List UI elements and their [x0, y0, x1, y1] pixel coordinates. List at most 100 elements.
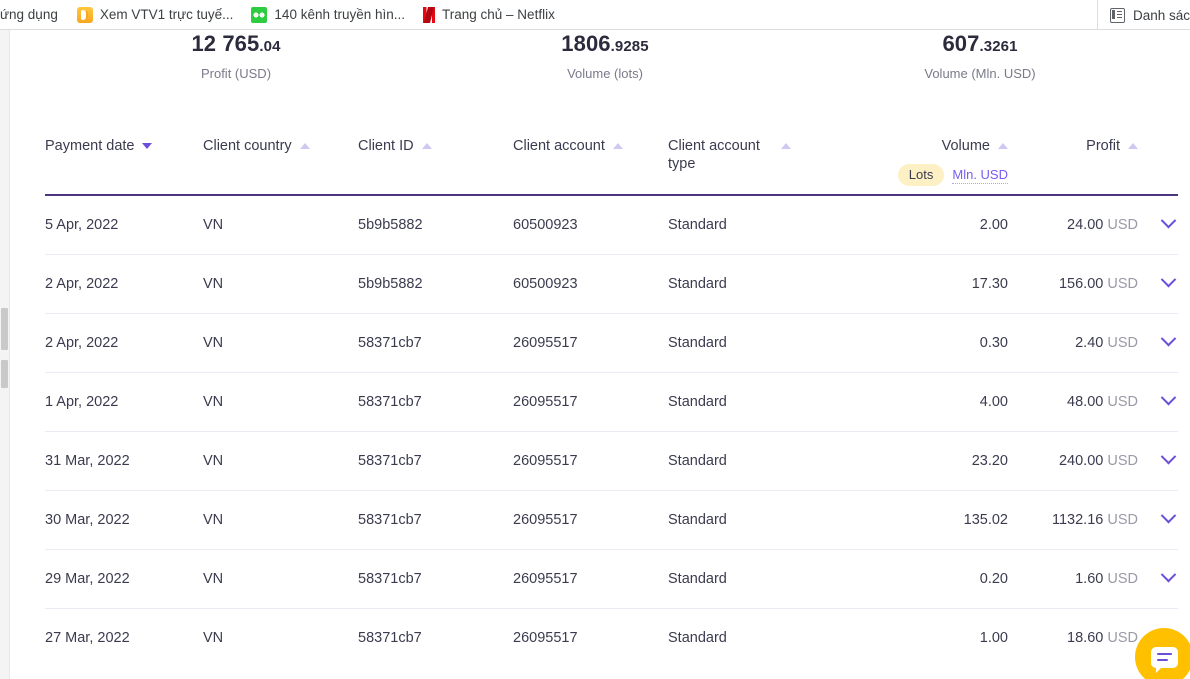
summary-stats: 12 765.04 Profit (USD) 1806.9285 Volume …: [0, 30, 1190, 100]
column-label: Volume: [942, 137, 990, 155]
cell-client-country: VN: [203, 550, 358, 609]
table-row[interactable]: 2 Apr, 2022VN5b9b588260500923Standard17.…: [45, 255, 1178, 314]
table-row[interactable]: 30 Mar, 2022VN58371cb726095517Standard13…: [45, 491, 1178, 550]
profit-amount: 2.40: [1075, 335, 1103, 351]
cell-client-account: 26095517: [513, 432, 668, 491]
chevron-down-icon[interactable]: [1161, 567, 1177, 583]
table-row[interactable]: 1 Apr, 2022VN58371cb726095517Standard4.0…: [45, 373, 1178, 432]
table-body: 5 Apr, 2022VN5b9b588260500923Standard2.0…: [45, 195, 1178, 667]
cell-profit: 48.00 USD: [1008, 373, 1138, 432]
scrollbar-thumb-upper[interactable]: [1, 308, 8, 350]
report-table-container: Payment date Client country Client ID: [45, 125, 1175, 679]
table-row[interactable]: 2 Apr, 2022VN58371cb726095517Standard0.3…: [45, 314, 1178, 373]
page-left-edge: [9, 30, 10, 679]
cell-client-id: 58371cb7: [358, 609, 513, 668]
cell-client-id: 58371cb7: [358, 491, 513, 550]
sort-ascending-icon[interactable]: [300, 143, 310, 149]
cell-expand[interactable]: [1138, 432, 1178, 491]
cell-payment-date: 2 Apr, 2022: [45, 255, 203, 314]
column-header-client-account[interactable]: Client account: [513, 125, 668, 195]
cell-payment-date: 1 Apr, 2022: [45, 373, 203, 432]
column-header-client-country[interactable]: Client country: [203, 125, 358, 195]
netflix-favicon: [423, 7, 435, 23]
cell-client-account-type: Standard: [668, 609, 848, 668]
cell-client-id: 5b9b5882: [358, 255, 513, 314]
cell-expand[interactable]: [1138, 314, 1178, 373]
cell-expand[interactable]: [1138, 491, 1178, 550]
profit-amount: 1.60: [1075, 571, 1103, 587]
cell-payment-date: 29 Mar, 2022: [45, 550, 203, 609]
table-row[interactable]: 31 Mar, 2022VN58371cb726095517Standard23…: [45, 432, 1178, 491]
sort-ascending-icon[interactable]: [998, 143, 1008, 149]
table-row[interactable]: 5 Apr, 2022VN5b9b588260500923Standard2.0…: [45, 195, 1178, 255]
column-label: Client account type: [668, 137, 773, 173]
sort-ascending-icon[interactable]: [613, 143, 623, 149]
cell-profit: 240.00 USD: [1008, 432, 1138, 491]
reading-list-icon: [1110, 8, 1125, 23]
cell-client-id: 58371cb7: [358, 373, 513, 432]
kpi-label: Profit (USD): [136, 66, 336, 81]
scrollbar-thumb-lower[interactable]: [1, 360, 8, 388]
chevron-down-icon[interactable]: [1161, 331, 1177, 347]
profit-currency: USD: [1107, 512, 1138, 528]
tv-favicon: [251, 7, 267, 23]
table-row[interactable]: 29 Mar, 2022VN58371cb726095517Standard0.…: [45, 550, 1178, 609]
chat-support-button[interactable]: [1135, 628, 1190, 679]
cell-volume: 23.20: [848, 432, 1008, 491]
cell-client-id: 58371cb7: [358, 432, 513, 491]
sort-ascending-icon[interactable]: [422, 143, 432, 149]
column-header-profit[interactable]: Profit: [1008, 125, 1138, 195]
sort-descending-icon[interactable]: [142, 143, 152, 149]
cell-client-account: 60500923: [513, 195, 668, 255]
chevron-down-icon[interactable]: [1161, 390, 1177, 406]
sort-ascending-icon[interactable]: [1128, 143, 1138, 149]
cell-volume: 2.00: [848, 195, 1008, 255]
bookmark-item-vtv[interactable]: Xem VTV1 trực tuyế...: [70, 5, 241, 25]
column-header-client-account-type[interactable]: Client account type: [668, 125, 848, 195]
cell-client-country: VN: [203, 373, 358, 432]
table-row[interactable]: 27 Mar, 2022VN58371cb726095517Standard1.…: [45, 609, 1178, 668]
chevron-down-icon[interactable]: [1161, 213, 1177, 229]
cell-client-account-type: Standard: [668, 491, 848, 550]
reading-list-button[interactable]: Danh sác: [1097, 0, 1190, 30]
cell-volume: 1.00: [848, 609, 1008, 668]
cell-expand[interactable]: [1138, 550, 1178, 609]
profit-amount: 240.00: [1059, 453, 1103, 469]
reading-list-label: Danh sác: [1133, 8, 1190, 23]
cell-profit: 18.60 USD: [1008, 609, 1138, 668]
browser-bookmarks-bar: ứng dụng Xem VTV1 trực tuyế... 140 kênh …: [0, 0, 1190, 30]
column-header-volume[interactable]: Volume Lots Mln. USD: [848, 125, 1008, 195]
cell-client-country: VN: [203, 432, 358, 491]
kpi-label: Volume (Mln. USD): [880, 66, 1080, 81]
cell-expand[interactable]: [1138, 255, 1178, 314]
column-label: Payment date: [45, 137, 134, 155]
profit-amount: 48.00: [1067, 394, 1103, 410]
sort-ascending-icon[interactable]: [781, 143, 791, 149]
cell-client-account: 26095517: [513, 314, 668, 373]
column-header-payment-date[interactable]: Payment date: [45, 125, 203, 195]
column-label: Client country: [203, 137, 292, 155]
kpi-value: 607.3261: [880, 31, 1080, 60]
cell-client-account: 26095517: [513, 550, 668, 609]
column-header-client-id[interactable]: Client ID: [358, 125, 513, 195]
volume-unit-mln-usd-option[interactable]: Mln. USD: [952, 167, 1008, 184]
cell-payment-date: 30 Mar, 2022: [45, 491, 203, 550]
chevron-down-icon[interactable]: [1161, 272, 1177, 288]
cell-profit: 156.00 USD: [1008, 255, 1138, 314]
profit-currency: USD: [1107, 630, 1138, 646]
cell-profit: 2.40 USD: [1008, 314, 1138, 373]
cell-client-account: 26095517: [513, 491, 668, 550]
cell-payment-date: 2 Apr, 2022: [45, 314, 203, 373]
chevron-down-icon[interactable]: [1161, 449, 1177, 465]
cell-payment-date: 31 Mar, 2022: [45, 432, 203, 491]
bookmark-item-tv-channels[interactable]: 140 kênh truyền hìn...: [244, 5, 412, 25]
cell-client-account-type: Standard: [668, 314, 848, 373]
cell-expand[interactable]: [1138, 373, 1178, 432]
bookmark-item-netflix[interactable]: Trang chủ – Netflix: [416, 5, 562, 25]
cell-expand[interactable]: [1138, 195, 1178, 255]
cell-client-account-type: Standard: [668, 550, 848, 609]
bookmark-apps-shortcut[interactable]: ứng dụng: [0, 5, 66, 24]
profit-currency: USD: [1107, 276, 1138, 292]
volume-unit-lots-option[interactable]: Lots: [898, 164, 945, 186]
chevron-down-icon[interactable]: [1161, 508, 1177, 524]
